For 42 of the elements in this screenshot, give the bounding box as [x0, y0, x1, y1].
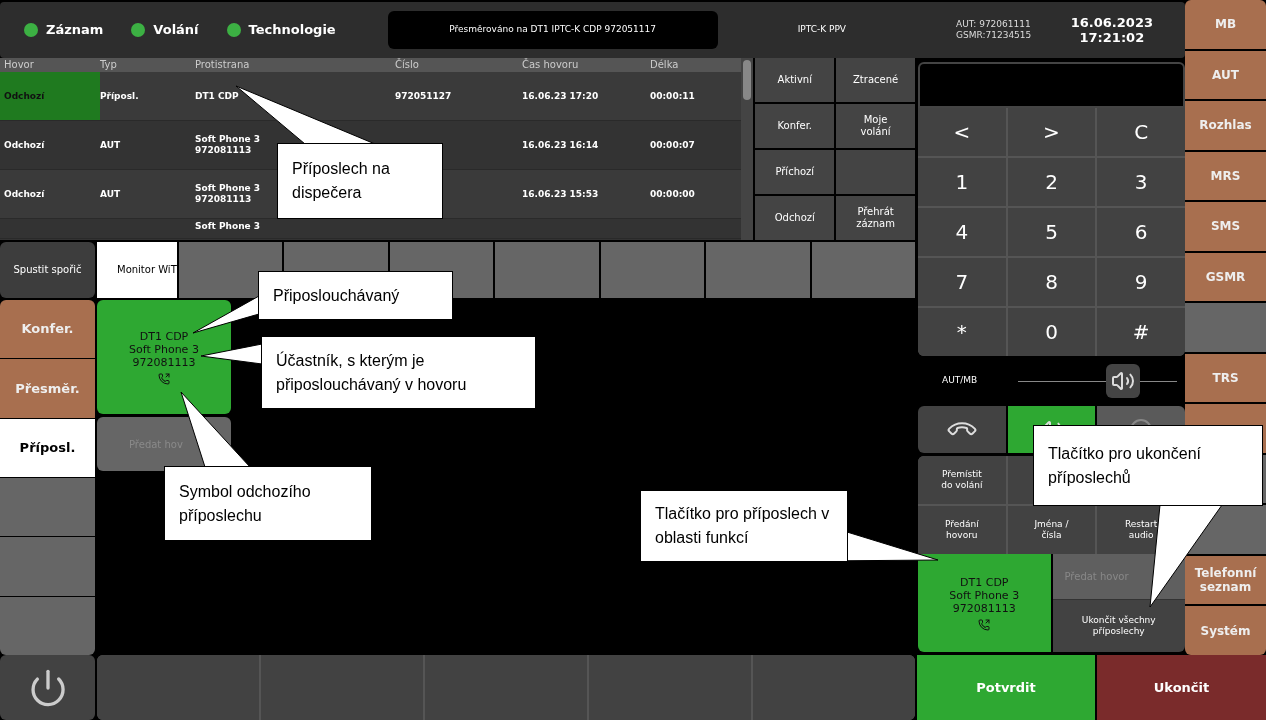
table-cell: 972051127: [395, 90, 452, 102]
card-text: Soft Phone 3: [949, 588, 1020, 602]
date-text: 16.06.2023: [1070, 15, 1153, 30]
column-header: Čas hovoru: [522, 58, 580, 72]
column-header: Číslo: [395, 58, 420, 72]
card-text: 972081113: [132, 355, 196, 369]
table-cell: Odchozí: [4, 139, 45, 151]
card-text: DT1 CDP: [139, 329, 189, 343]
table-cell: 00:00:00: [650, 188, 695, 200]
table-cell: 16.06.23 16:14: [522, 139, 599, 151]
table-cell: 00:00:07: [650, 139, 695, 151]
table-cell: AUT: [100, 139, 121, 151]
callout-tooltip: Tlačítko pro příposlech v oblasti funkcí: [640, 490, 848, 562]
message-box: Přesměrováno na DT1 IPTC-K CDP 972051117: [387, 11, 718, 49]
column-header: Protistrana: [195, 58, 251, 72]
volume-label: AUT/MB: [942, 374, 979, 388]
table-cell: 16.06.23 15:53: [522, 188, 599, 200]
table-cell: 00:00:11: [650, 90, 695, 102]
table-cell: DT1 CDP: [195, 90, 239, 102]
callout-tooltip: Účastník, s kterým je připoslouchávaný v hovoru: [261, 336, 536, 409]
table-cell: Soft Phone 3 972081113: [195, 134, 261, 156]
table-cell: Soft Phone 3: [195, 221, 261, 232]
time-text: 17:21:02: [1079, 30, 1145, 45]
line-id: GSMR:71234515: [956, 30, 1032, 41]
card-text: 972081113: [952, 601, 1016, 615]
status-label: Záznam: [46, 21, 104, 40]
column-header: Hovor: [3, 58, 35, 72]
card-text: Soft Phone 3: [129, 342, 199, 356]
table-cell: Odchozí: [4, 90, 45, 102]
system-name: IPTC-K PPV: [797, 23, 846, 37]
table-cell: Odchozí: [4, 188, 45, 200]
status-label: Technologie: [248, 21, 336, 40]
table-cell: Příposl.: [100, 90, 139, 102]
callout-tooltip: Příposlech na dispečera: [277, 143, 443, 219]
column-header: Typ: [100, 58, 118, 72]
status-label: Volání: [153, 21, 199, 40]
line-id: AUT: 972061111: [956, 19, 1032, 30]
table-cell: AUT: [100, 188, 121, 200]
column-header: Délka: [650, 58, 680, 72]
card-text: DT1 CDP: [960, 575, 1009, 589]
table-cell: 16.06.23 17:20: [522, 90, 599, 102]
table-cell: Soft Phone 3 972081113: [195, 183, 261, 205]
